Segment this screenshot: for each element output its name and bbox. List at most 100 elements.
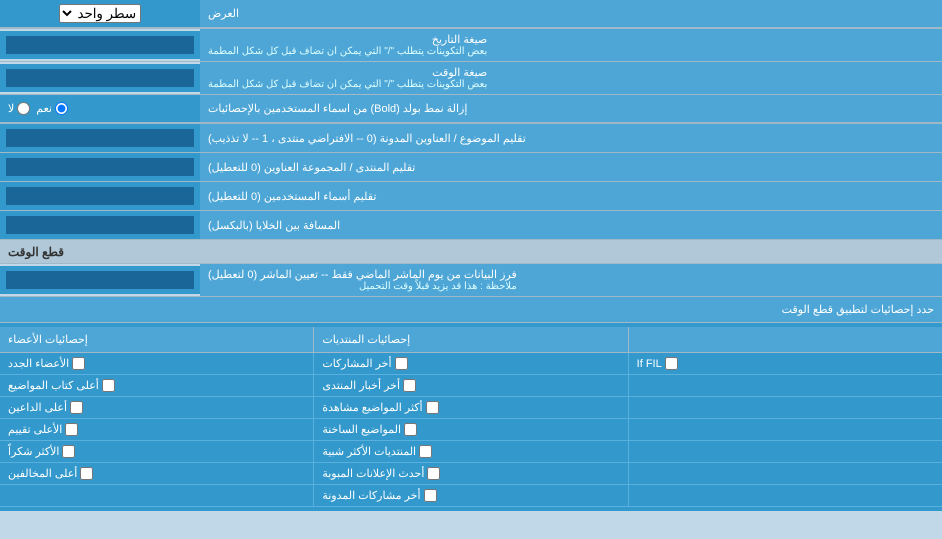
col2-cb-7[interactable]: أخر مشاركات المدونة <box>313 485 627 506</box>
col2-cb-1-input[interactable] <box>395 357 408 370</box>
col1-cb-3-label[interactable]: أعلى الداعين <box>8 401 83 414</box>
col3-cb-6 <box>628 463 942 484</box>
col1-cb-3[interactable]: أعلى الداعين <box>0 397 313 418</box>
col2-cb-3-label[interactable]: أكثر المواضيع مشاهدة <box>322 401 438 414</box>
date-format-label: صيغة التاريخ بعض التكوينات يتطلب "/" الت… <box>200 29 942 61</box>
col1-cb-7 <box>0 485 313 506</box>
time-format-input[interactable]: H:i <box>6 69 194 87</box>
col1-cb-4-label[interactable]: الأعلى تقييم <box>8 423 78 436</box>
trim-forum-label: تقليم المنتدى / المجموعة العناوين (0 للت… <box>200 153 942 181</box>
time-format-label: صيغة الوقت بعض التكوينات يتطلب "/" التي … <box>200 62 942 94</box>
trim-forum-row: تقليم المنتدى / المجموعة العناوين (0 للت… <box>0 153 942 182</box>
col3-cb-2 <box>628 375 942 396</box>
col1-cb-5-input[interactable] <box>62 445 75 458</box>
col1-cb-4-input[interactable] <box>65 423 78 436</box>
time-cut-row: فرز البيانات من يوم الماشر الماضي فقط --… <box>0 264 942 297</box>
radio-yes-label[interactable]: نعم <box>36 102 68 115</box>
col1-cb-6-input[interactable] <box>80 467 93 480</box>
trim-forum-input[interactable]: 33 <box>6 158 194 176</box>
col2-cb-4[interactable]: المواضيع الساخنة <box>313 419 627 440</box>
time-cut-header: قطع الوقت <box>0 240 942 264</box>
date-format-input[interactable]: d-m <box>6 36 194 54</box>
cell-spacing-control[interactable]: 2 <box>0 211 200 239</box>
trim-subject-control[interactable]: 33 <box>0 124 200 152</box>
col2-cb-6-label[interactable]: أحدث الإعلانات المبوبة <box>322 467 440 480</box>
col1-cb-2-label[interactable]: أعلى كتاب المواضيع <box>8 379 115 392</box>
col2-cb-3[interactable]: أكثر المواضيع مشاهدة <box>313 397 627 418</box>
col2-cb-1-label[interactable]: أخر المشاركات <box>322 357 407 370</box>
trim-usernames-row: تقليم أسماء المستخدمين (0 للتعطيل) 0 <box>0 182 942 211</box>
radio-no-label[interactable]: لا <box>8 102 30 115</box>
bold-usernames-label: إزالة نمط بولد (Bold) من اسماء المستخدمي… <box>200 95 942 123</box>
col2-cb-5-label[interactable]: المنتديات الأكثر شبية <box>322 445 432 458</box>
radio-yes[interactable] <box>55 102 68 115</box>
trim-usernames-input[interactable]: 0 <box>6 187 194 205</box>
cb-row-5: المنتديات الأكثر شبية الأكثر شكراً <box>0 441 942 463</box>
col3-cb-3 <box>628 397 942 418</box>
col1-cb-6-label[interactable]: أعلى المخالفين <box>8 467 93 480</box>
limit-row: حدد إحصائيات لتطبيق قطع الوقت <box>0 297 942 323</box>
col2-header: إحصائيات المنتديات <box>313 327 627 352</box>
col1-cb-5-label[interactable]: الأكثر شكراً <box>8 445 75 458</box>
col1-cb-1[interactable]: الأعضاء الجدد <box>0 353 313 374</box>
cell-spacing-row: المسافة بين الخلايا (بالبكسل) 2 <box>0 211 942 240</box>
col1-cb-2-input[interactable] <box>102 379 115 392</box>
col1-cb-5[interactable]: الأكثر شكراً <box>0 441 313 462</box>
col2-cb-6-input[interactable] <box>427 467 440 480</box>
col2-cb-4-input[interactable] <box>404 423 417 436</box>
col3-cb-1[interactable]: If FIL <box>628 353 942 374</box>
bold-usernames-control[interactable]: نعم لا <box>0 95 200 123</box>
display-control[interactable]: سطر واحد سطرين ثلاثة أسطر <box>0 0 200 28</box>
cb-row-7: أخر مشاركات المدونة <box>0 485 942 507</box>
col1-cb-6[interactable]: أعلى المخالفين <box>0 463 313 484</box>
col1-cb-3-input[interactable] <box>70 401 83 414</box>
trim-subject-label: تقليم الموضوع / العناوين المدونة (0 -- ا… <box>200 124 942 152</box>
col1-header: إحصائيات الأعضاء <box>0 327 313 352</box>
col2-cb-5-input[interactable] <box>419 445 432 458</box>
col3-cb-1-input[interactable] <box>665 357 678 370</box>
trim-subject-row: تقليم الموضوع / العناوين المدونة (0 -- ا… <box>0 124 942 153</box>
time-cut-input[interactable]: 0 <box>6 271 194 289</box>
time-cut-label: فرز البيانات من يوم الماشر الماضي فقط --… <box>200 264 942 296</box>
display-select[interactable]: سطر واحد سطرين ثلاثة أسطر <box>59 4 141 23</box>
col1-cb-1-label[interactable]: الأعضاء الجدد <box>8 357 85 370</box>
col2-cb-2-input[interactable] <box>403 379 416 392</box>
trim-usernames-control[interactable]: 0 <box>0 182 200 210</box>
col2-cb-5[interactable]: المنتديات الأكثر شبية <box>313 441 627 462</box>
col1-cb-1-input[interactable] <box>72 357 85 370</box>
col2-cb-2[interactable]: أخر أخبار المنتدى <box>313 375 627 396</box>
time-cut-control[interactable]: 0 <box>0 266 200 294</box>
display-label: العرض <box>200 0 942 28</box>
col3-cb-5 <box>628 441 942 462</box>
col2-cb-7-label[interactable]: أخر مشاركات المدونة <box>322 489 436 502</box>
col3-cb-1-label[interactable]: If FIL <box>637 357 678 370</box>
cb-row-2: أخر أخبار المنتدى أعلى كتاب المواضيع <box>0 375 942 397</box>
trim-usernames-label: تقليم أسماء المستخدمين (0 للتعطيل) <box>200 182 942 210</box>
checkboxes-header-row: إحصائيات المنتديات إحصائيات الأعضاء <box>0 327 942 353</box>
time-format-control[interactable]: H:i <box>0 64 200 92</box>
col1-cb-4[interactable]: الأعلى تقييم <box>0 419 313 440</box>
col2-cb-2-label[interactable]: أخر أخبار المنتدى <box>322 379 416 392</box>
trim-subject-input[interactable]: 33 <box>6 129 194 147</box>
col3-cb-7 <box>628 485 942 506</box>
col3-cb-4 <box>628 419 942 440</box>
display-row: العرض سطر واحد سطرين ثلاثة أسطر <box>0 0 942 29</box>
cell-spacing-label: المسافة بين الخلايا (بالبكسل) <box>200 211 942 239</box>
col3-header <box>628 327 942 352</box>
col2-cb-4-label[interactable]: المواضيع الساخنة <box>322 423 417 436</box>
col1-cb-2[interactable]: أعلى كتاب المواضيع <box>0 375 313 396</box>
cb-row-3: أكثر المواضيع مشاهدة أعلى الداعين <box>0 397 942 419</box>
cell-spacing-input[interactable]: 2 <box>6 216 194 234</box>
radio-no[interactable] <box>17 102 30 115</box>
col2-cb-1[interactable]: أخر المشاركات <box>313 353 627 374</box>
date-format-row: صيغة التاريخ بعض التكوينات يتطلب "/" الت… <box>0 29 942 62</box>
cb-row-6: أحدث الإعلانات المبوبة أعلى المخالفين <box>0 463 942 485</box>
time-format-row: صيغة الوقت بعض التكوينات يتطلب "/" التي … <box>0 62 942 95</box>
trim-forum-control[interactable]: 33 <box>0 153 200 181</box>
bold-usernames-row: إزالة نمط بولد (Bold) من اسماء المستخدمي… <box>0 95 942 124</box>
col2-cb-7-input[interactable] <box>424 489 437 502</box>
date-format-control[interactable]: d-m <box>0 31 200 59</box>
limit-label: حدد إحصائيات لتطبيق قطع الوقت <box>8 303 934 316</box>
col2-cb-3-input[interactable] <box>426 401 439 414</box>
col2-cb-6[interactable]: أحدث الإعلانات المبوبة <box>313 463 627 484</box>
